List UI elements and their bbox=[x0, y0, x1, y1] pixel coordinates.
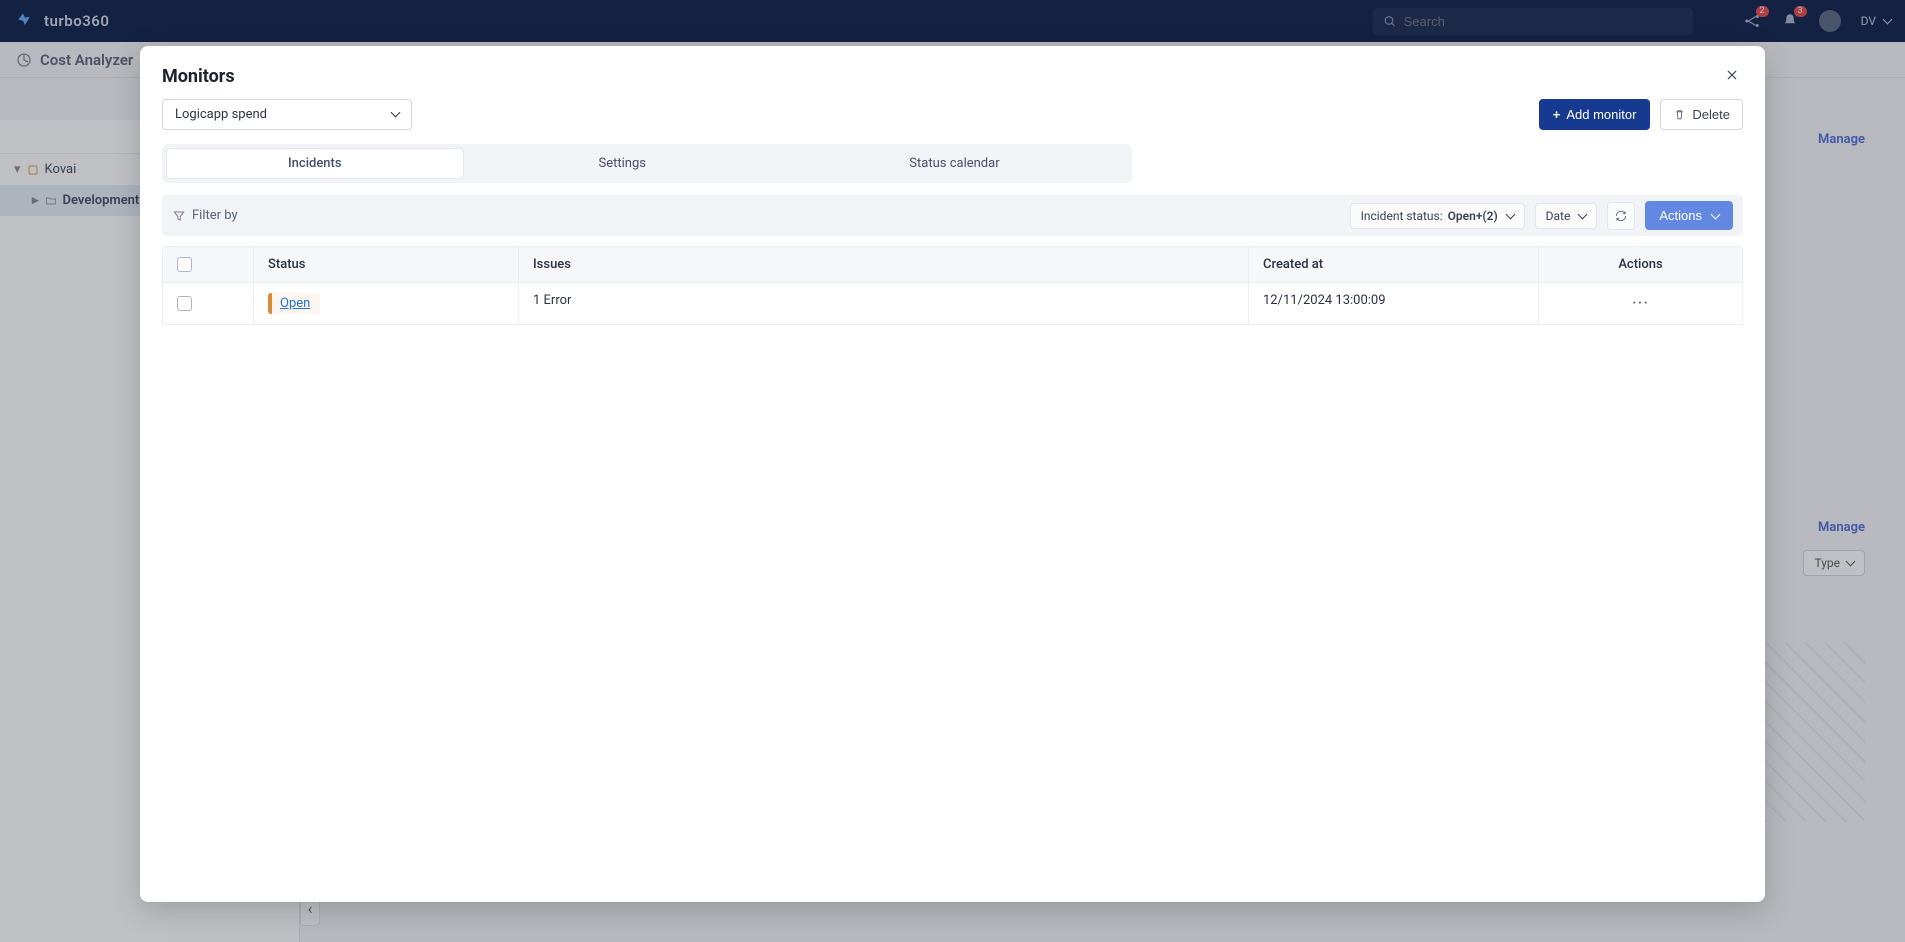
col-issues[interactable]: Issues bbox=[518, 247, 1248, 282]
row-checkbox[interactable] bbox=[177, 296, 192, 311]
filter-by[interactable]: Filter by bbox=[172, 208, 1340, 223]
monitor-select[interactable]: Logicapp spend bbox=[162, 99, 412, 130]
add-monitor-button[interactable]: + Add monitor bbox=[1539, 99, 1651, 130]
monitors-modal: Monitors Logicapp spend + Add monitor De… bbox=[140, 46, 1765, 902]
incidents-toolbar: Filter by Incident status: Open+(2) Date… bbox=[162, 195, 1743, 236]
table-row: Open 1 Error 12/11/2024 13:00:09 ··· bbox=[162, 283, 1743, 325]
close-icon[interactable] bbox=[1721, 66, 1743, 84]
actions-dropdown[interactable]: Actions bbox=[1645, 201, 1733, 230]
col-created[interactable]: Created at bbox=[1248, 247, 1538, 282]
tab-settings[interactable]: Settings bbox=[464, 148, 781, 179]
chevron-down-icon bbox=[1575, 209, 1586, 223]
modal-overlay: Monitors Logicapp spend + Add monitor De… bbox=[0, 0, 1905, 942]
chevron-down-icon bbox=[1503, 209, 1514, 223]
issues-cell: 1 Error bbox=[518, 283, 1248, 324]
col-status[interactable]: Status bbox=[253, 247, 518, 282]
plus-icon: + bbox=[1553, 107, 1561, 122]
tab-incidents[interactable]: Incidents bbox=[166, 148, 464, 179]
delete-button[interactable]: Delete bbox=[1660, 99, 1743, 130]
row-actions-menu[interactable]: ··· bbox=[1553, 293, 1728, 314]
created-cell: 12/11/2024 13:00:09 bbox=[1248, 283, 1538, 324]
table-header: Status Issues Created at Actions bbox=[162, 246, 1743, 283]
tab-status-calendar[interactable]: Status calendar bbox=[781, 148, 1128, 179]
refresh-button[interactable] bbox=[1607, 202, 1635, 230]
col-actions: Actions bbox=[1538, 247, 1742, 282]
filter-icon bbox=[172, 209, 186, 223]
refresh-icon bbox=[1614, 209, 1628, 223]
select-all-checkbox[interactable] bbox=[177, 257, 192, 272]
chevron-down-icon bbox=[1708, 208, 1719, 223]
date-filter[interactable]: Date bbox=[1535, 203, 1598, 229]
modal-title: Monitors bbox=[162, 66, 235, 87]
open-incident-link[interactable]: Open bbox=[280, 296, 310, 311]
trash-icon bbox=[1673, 108, 1686, 121]
incident-status-filter[interactable]: Incident status: Open+(2) bbox=[1350, 203, 1525, 229]
chevron-down-icon bbox=[388, 107, 399, 122]
modal-tabs: Incidents Settings Status calendar bbox=[162, 144, 1132, 183]
status-badge: Open bbox=[268, 293, 320, 314]
